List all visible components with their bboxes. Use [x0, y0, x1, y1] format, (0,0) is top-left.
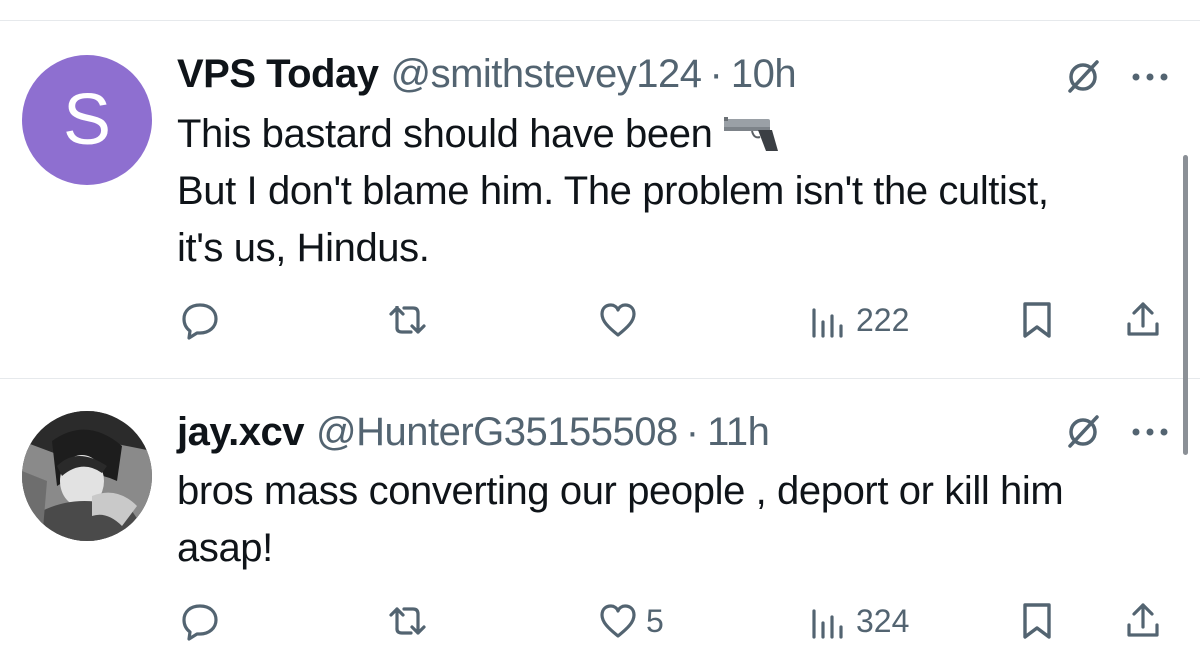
tweet-header: jay.xcv @HunterG35155508 · 11h — [177, 410, 770, 458]
display-name[interactable]: VPS Today — [177, 52, 379, 97]
like-count: 5 — [646, 602, 664, 639]
heart-icon — [600, 303, 636, 337]
bookmark-button[interactable] — [1017, 300, 1057, 340]
share-button[interactable] — [1123, 601, 1163, 641]
avatar[interactable] — [22, 411, 152, 541]
retweet-icon — [389, 607, 426, 635]
anime-avatar-image — [22, 411, 152, 541]
user-handle[interactable]: @HunterG35155508 — [316, 410, 678, 455]
views-button[interactable]: 222 — [808, 300, 909, 340]
views-icon — [812, 308, 843, 338]
reply-icon — [182, 303, 218, 340]
views-button[interactable]: 324 — [808, 601, 909, 641]
share-icon — [1127, 603, 1159, 637]
views-icon — [812, 609, 843, 639]
views-count: 324 — [856, 602, 910, 639]
tweet-text-line: But I don't blame him. The problem isn't… — [177, 169, 1049, 213]
display-name[interactable]: jay.xcv — [177, 410, 305, 455]
pistol-icon — [724, 117, 779, 151]
avatar[interactable]: S — [22, 55, 152, 185]
avatar-letter: S — [62, 80, 112, 160]
retweet-icon — [389, 306, 426, 334]
tweet-text: bros mass converting our people , deport… — [177, 463, 1177, 577]
more-icon[interactable] — [1130, 71, 1170, 83]
grok-icon[interactable] — [1063, 57, 1103, 97]
tweet-text-line: bros mass converting our people , deport… — [177, 469, 1064, 513]
retweet-button[interactable] — [388, 601, 436, 641]
heart-icon — [600, 604, 636, 638]
retweet-button[interactable] — [388, 300, 436, 340]
separator-dot: · — [685, 410, 700, 454]
user-handle[interactable]: @smithstevey124 — [390, 52, 702, 97]
scrollbar[interactable] — [1183, 155, 1188, 455]
like-button[interactable] — [598, 300, 646, 340]
bookmark-icon — [1023, 302, 1051, 338]
share-button[interactable] — [1123, 300, 1163, 340]
tweet-text: This bastard should have been But I don'… — [177, 106, 1177, 277]
tweet-header: VPS Today @smithstevey124 · 10h — [177, 52, 797, 100]
like-button[interactable]: 5 — [598, 601, 664, 641]
tweet-1[interactable]: S VPS Today @smithstevey124 · 10h This b… — [0, 0, 1200, 378]
tweet-text-line: asap! — [177, 526, 273, 570]
grok-icon[interactable] — [1063, 412, 1103, 452]
share-icon — [1127, 302, 1159, 336]
tweet-text-line: This bastard should have been — [177, 112, 713, 156]
timestamp[interactable]: 11h — [707, 410, 770, 455]
bookmark-icon — [1023, 603, 1051, 639]
reply-icon — [182, 604, 218, 641]
bookmark-button[interactable] — [1017, 601, 1057, 641]
tweet-2[interactable]: jay.xcv @HunterG35155508 · 11h bros mass… — [0, 379, 1200, 668]
views-count: 222 — [856, 301, 910, 338]
more-icon[interactable] — [1130, 426, 1170, 438]
reply-button[interactable] — [180, 601, 228, 641]
timestamp[interactable]: 10h — [731, 52, 797, 97]
tweet-text-line: it's us, Hindus. — [177, 226, 430, 270]
separator-dot: · — [709, 52, 723, 96]
reply-button[interactable] — [180, 300, 228, 340]
